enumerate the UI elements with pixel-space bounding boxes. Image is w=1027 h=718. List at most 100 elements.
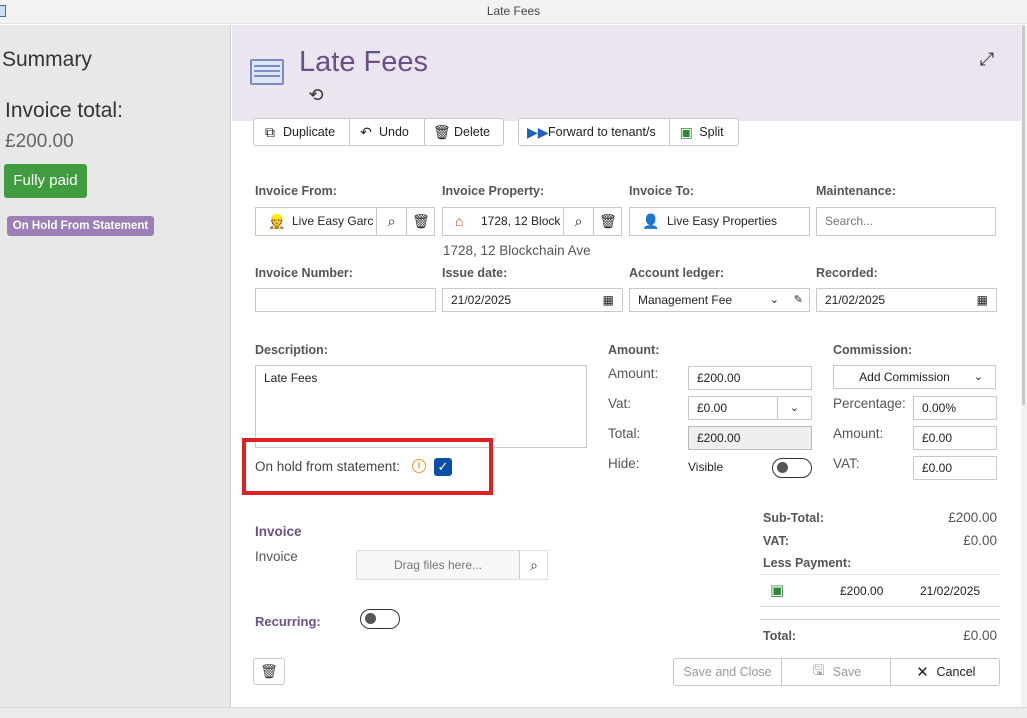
search-icon[interactable]: ⌕ <box>376 208 406 235</box>
delete-button[interactable]: 🗑 Delete <box>425 119 503 145</box>
recorded-date-value: 21/02/2025 <box>825 293 886 307</box>
totals-vat-label: VAT: <box>763 534 789 548</box>
issue-date-label: Issue date: <box>442 266 508 280</box>
invoice-property-label: Invoice Property: <box>442 184 545 198</box>
forward-label: Forward to tenant/s <box>548 125 656 139</box>
footer-actions: Save and Close 🖫 Save ✕ Cancel <box>673 658 1000 686</box>
contractor-icon: 👷 <box>268 213 286 229</box>
save-icon: 🖫 <box>812 662 825 678</box>
split-button[interactable]: ▣ Split <box>670 119 738 145</box>
drop-placeholder: Drag files here... <box>393 558 483 572</box>
history-icon[interactable]: ⟲ <box>305 84 327 106</box>
less-payment-label: Less Payment: <box>763 556 852 570</box>
maintenance-search-input[interactable]: Search... <box>816 207 996 236</box>
description-textarea[interactable]: Late Fees <box>255 365 587 448</box>
commission-section-label: Commission: <box>833 343 913 357</box>
issue-date-input[interactable]: 21/02/2025 ▦ <box>442 288 623 312</box>
trash-icon[interactable]: 🗑 <box>406 208 434 235</box>
invoice-property-value: 1728, 12 Block <box>481 214 561 228</box>
summary-panel: Summary Invoice total: £200.00 Fully pai… <box>0 25 231 708</box>
action-toolbar: ▶▶ Forward to tenant/s ▣ Split <box>518 118 739 146</box>
invoice-total-value: £200.00 <box>5 131 74 152</box>
invoice-from-field[interactable]: 👷 Live Easy Garc ⌕ 🗑 <box>255 207 435 236</box>
house-icon: ⌂ <box>455 213 464 229</box>
trash-icon[interactable]: 🗑 <box>593 208 621 235</box>
invoice-number-input[interactable] <box>255 288 436 312</box>
recorded-date-input[interactable]: 21/02/2025 ▦ <box>816 288 997 312</box>
invoice-to-field[interactable]: 👤 Live Easy Properties <box>629 207 810 236</box>
chevron-down-icon[interactable]: ⌄ <box>777 397 811 419</box>
hide-label: Hide: <box>608 456 640 471</box>
totals-divider <box>760 619 1000 620</box>
subtotal-value: £200.00 <box>948 510 997 525</box>
amount-label: Amount: <box>608 366 659 381</box>
calendar-icon[interactable]: ▦ <box>603 289 614 311</box>
duplicate-button[interactable]: ⧉ Duplicate <box>254 119 350 145</box>
hide-toggle[interactable] <box>772 458 812 478</box>
search-icon[interactable]: ⌕ <box>563 208 593 235</box>
issue-date-value: 21/02/2025 <box>451 293 512 307</box>
pencil-icon[interactable]: ✎ <box>794 289 803 311</box>
vat-value: £0.00 <box>697 401 728 415</box>
summary-title: Summary <box>2 48 92 71</box>
fully-paid-button[interactable]: Fully paid <box>4 164 87 198</box>
chevron-down-icon[interactable]: ⌄ <box>770 289 779 311</box>
close-icon: ✕ <box>916 664 929 681</box>
vat-select[interactable]: £0.00 ⌄ <box>688 396 812 420</box>
duplicate-label: Duplicate <box>283 125 336 139</box>
cancel-button[interactable]: ✕ Cancel <box>891 659 999 685</box>
person-icon: 👤 <box>642 213 660 229</box>
recurring-toggle[interactable] <box>360 609 400 629</box>
add-commission-dropdown[interactable]: Add Commission ⌄ <box>833 365 996 389</box>
chevron-down-icon: ⌄ <box>973 371 983 383</box>
window-titlebar: Late Fees <box>0 0 1027 24</box>
split-label: Split <box>699 125 724 139</box>
invoice-to-value: Live Easy Properties <box>667 214 778 228</box>
commission-vat-input[interactable]: £0.00 <box>913 456 997 480</box>
invoice-from-value: Live Easy Garc <box>292 214 374 228</box>
invoice-to-label: Invoice To: <box>629 184 695 198</box>
invoice-icon <box>250 59 284 85</box>
commission-amount-input[interactable]: £0.00 <box>913 426 997 450</box>
maintenance-label: Maintenance: <box>816 184 896 198</box>
save-button[interactable]: 🖫 Save <box>782 659 891 685</box>
amount-input[interactable]: £200.00 <box>688 366 812 390</box>
payment-date: 21/02/2025 <box>920 584 981 598</box>
invoice-property-field[interactable]: ⌂ 1728, 12 Block ⌕ 🗑 <box>442 207 622 236</box>
forward-icon: ▶▶ <box>527 123 549 140</box>
subtotal-label: Sub-Total: <box>763 511 824 525</box>
hide-value: Visible <box>688 460 724 474</box>
duplicate-icon: ⧉ <box>265 123 275 140</box>
forward-button[interactable]: ▶▶ Forward to tenant/s <box>519 119 671 145</box>
trash-icon: 🗑 <box>260 663 278 679</box>
editor-header: Late Fees ⟲ ⤢ <box>232 25 1021 121</box>
account-ledger-select[interactable]: Management Fee ⌄ ✎ <box>629 288 810 312</box>
file-drop-zone[interactable]: Drag files here... ⌕ <box>356 550 548 580</box>
commission-vat-label: VAT: <box>833 456 860 471</box>
invoice-from-label: Invoice From: <box>255 184 337 198</box>
undo-button[interactable]: ↶ Undo <box>350 119 425 145</box>
trash-icon: 🗑 <box>433 123 451 140</box>
account-ledger-value: Management Fee <box>638 293 733 307</box>
total-input: £200.00 <box>688 426 812 450</box>
window-title: Late Fees <box>486 4 541 18</box>
invoice-number-label: Invoice Number: <box>255 266 353 280</box>
app-icon <box>0 5 6 17</box>
payment-row[interactable]: ▣ £200.00 21/02/2025 <box>760 575 1000 607</box>
status-bar <box>0 707 1027 718</box>
expand-icon[interactable]: ⤢ <box>975 47 999 71</box>
undo-icon: ↶ <box>360 123 372 140</box>
delete-label: Delete <box>454 125 491 139</box>
save-and-close-button[interactable]: Save and Close <box>674 659 782 685</box>
scrollbar[interactable] <box>1021 25 1027 707</box>
payment-amount: £200.00 <box>840 584 884 598</box>
percentage-input[interactable]: 0.00% <box>913 396 997 420</box>
account-ledger-label: Account ledger: <box>629 266 725 280</box>
grand-total-value: £0.00 <box>963 628 997 643</box>
recorded-label: Recorded: <box>816 266 878 280</box>
search-icon[interactable]: ⌕ <box>519 551 547 579</box>
amount-section-label: Amount: <box>608 343 660 357</box>
add-commission-label: Add Commission <box>859 370 950 384</box>
delete-invoice-button[interactable]: 🗑 <box>253 658 285 685</box>
calendar-icon[interactable]: ▦ <box>977 289 988 311</box>
